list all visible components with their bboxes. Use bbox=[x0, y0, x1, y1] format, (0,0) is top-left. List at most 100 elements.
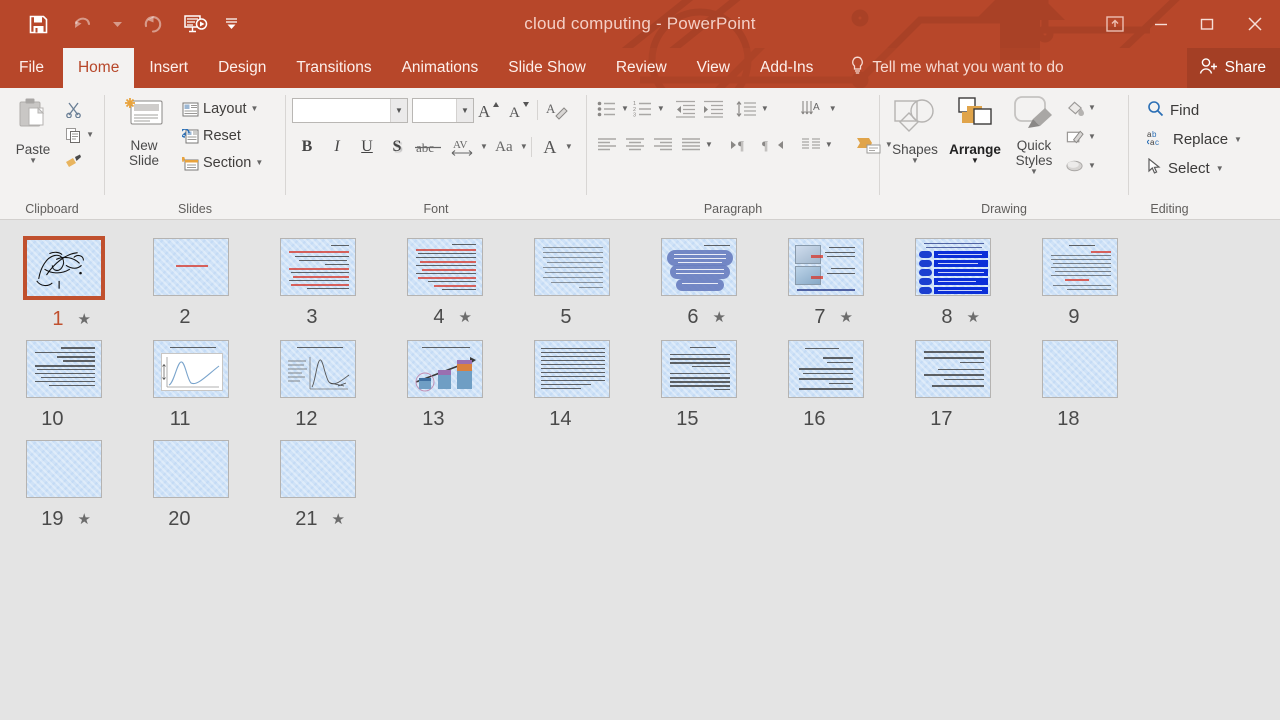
share-button[interactable]: Share bbox=[1186, 48, 1280, 88]
slide-thumbnail-14[interactable]: 14 bbox=[508, 338, 635, 432]
replace-button[interactable]: abac Replace ▼ bbox=[1141, 125, 1248, 154]
section-dropdown-icon[interactable]: ▼ bbox=[255, 159, 263, 167]
shape-fill-button[interactable]: ▼ bbox=[1062, 95, 1100, 121]
select-dropdown-icon[interactable]: ▼ bbox=[1216, 164, 1224, 173]
shape-outline-dropdown-icon[interactable]: ▼ bbox=[1088, 133, 1096, 141]
clear-formatting-button[interactable]: A bbox=[541, 96, 571, 124]
tab-file[interactable]: File bbox=[0, 48, 63, 88]
font-color-dropdown-icon[interactable]: ▼ bbox=[565, 143, 573, 151]
text-shadow-button[interactable]: S bbox=[382, 133, 412, 161]
layout-dropdown-icon[interactable]: ▼ bbox=[251, 105, 259, 113]
decrease-font-size-button[interactable]: A bbox=[504, 96, 534, 124]
tell-me-search[interactable]: Tell me what you want to do bbox=[838, 48, 1075, 88]
redo-icon[interactable] bbox=[130, 4, 174, 44]
shape-outline-button[interactable]: ▼ bbox=[1062, 124, 1100, 150]
slide-thumbnail-12[interactable]: 12 bbox=[254, 338, 381, 432]
find-button[interactable]: Find bbox=[1141, 96, 1205, 125]
slide-animation-star-icon[interactable]: ★ bbox=[64, 510, 108, 528]
font-color-button[interactable]: A bbox=[535, 133, 565, 161]
shape-effects-dropdown-icon[interactable]: ▼ bbox=[1088, 162, 1096, 170]
format-painter-button[interactable] bbox=[60, 148, 98, 174]
increase-indent-button[interactable] bbox=[700, 96, 728, 122]
save-icon[interactable] bbox=[16, 4, 60, 44]
font-size-dropdown-icon[interactable]: ▼ bbox=[456, 98, 473, 122]
slide-thumbnail-17[interactable]: 17 bbox=[889, 338, 1016, 432]
underline-button[interactable]: U bbox=[352, 133, 382, 161]
slide-thumbnail-18[interactable]: 18 bbox=[1016, 338, 1143, 432]
slide-thumbnail-2[interactable]: 2 bbox=[127, 236, 254, 332]
rtl-button[interactable]: ¶ bbox=[757, 132, 787, 158]
numbering-button[interactable]: 123 bbox=[629, 96, 657, 122]
slide-animation-star-icon[interactable]: ★ bbox=[318, 510, 362, 528]
copy-button[interactable]: ▼ bbox=[60, 122, 98, 148]
slide-thumbnail-11[interactable]: 11 bbox=[127, 338, 254, 432]
slide-animation-star-icon[interactable]: ★ bbox=[64, 310, 108, 328]
font-size-combo[interactable]: ▼ bbox=[412, 97, 474, 123]
slide-thumbnail-6[interactable]: 6 ★ bbox=[635, 236, 762, 332]
align-right-button[interactable] bbox=[649, 132, 677, 158]
text-direction-button[interactable]: A bbox=[797, 96, 829, 122]
cut-button[interactable] bbox=[60, 96, 98, 122]
align-left-button[interactable] bbox=[593, 132, 621, 158]
slide-thumbnail-5[interactable]: 5 bbox=[508, 236, 635, 332]
bullets-button[interactable] bbox=[593, 96, 621, 122]
restore-button[interactable] bbox=[1184, 0, 1230, 48]
slide-animation-star-icon[interactable]: ★ bbox=[953, 308, 997, 326]
arrange-button[interactable]: Arrange ▼ bbox=[944, 92, 1006, 168]
tab-slide-show[interactable]: Slide Show bbox=[493, 48, 601, 88]
select-button[interactable]: Select ▼ bbox=[1141, 154, 1230, 183]
bold-button[interactable]: B bbox=[292, 133, 322, 161]
decrease-indent-button[interactable] bbox=[672, 96, 700, 122]
new-slide-button[interactable]: New Slide bbox=[111, 94, 177, 171]
minimize-button[interactable] bbox=[1138, 0, 1184, 48]
slide-thumbnail-13[interactable]: 13 bbox=[381, 338, 508, 432]
quick-styles-dropdown-icon[interactable]: ▼ bbox=[1030, 168, 1038, 176]
line-spacing-button[interactable] bbox=[733, 96, 761, 122]
line-spacing-dropdown-icon[interactable]: ▼ bbox=[761, 105, 769, 113]
italic-button[interactable]: I bbox=[322, 133, 352, 161]
tab-home[interactable]: Home bbox=[62, 48, 135, 88]
slide-animation-star-icon[interactable]: ★ bbox=[826, 308, 870, 326]
columns-button[interactable] bbox=[797, 132, 825, 158]
tab-view[interactable]: View bbox=[682, 48, 745, 88]
numbering-dropdown-icon[interactable]: ▼ bbox=[657, 105, 665, 113]
paste-button[interactable]: Paste ▼ bbox=[6, 94, 60, 168]
shapes-dropdown-icon[interactable]: ▼ bbox=[911, 157, 919, 165]
slide-animation-star-icon[interactable]: ★ bbox=[699, 308, 743, 326]
font-family-dropdown-icon[interactable]: ▼ bbox=[390, 98, 407, 122]
columns-dropdown-icon[interactable]: ▼ bbox=[825, 141, 833, 149]
slide-thumbnail-3[interactable]: 3 bbox=[254, 236, 381, 332]
slide-thumbnail-16[interactable]: 16 bbox=[762, 338, 889, 432]
tab-transitions[interactable]: Transitions bbox=[281, 48, 386, 88]
tab-animations[interactable]: Animations bbox=[387, 48, 494, 88]
slide-thumbnail-19[interactable]: 19 ★ bbox=[0, 438, 127, 532]
slide-thumbnail-1[interactable]: 1 ★ bbox=[0, 236, 127, 332]
layout-button[interactable]: Layout ▼ bbox=[177, 96, 267, 122]
bullets-dropdown-icon[interactable]: ▼ bbox=[621, 105, 629, 113]
undo-icon[interactable] bbox=[60, 4, 104, 44]
arrange-dropdown-icon[interactable]: ▼ bbox=[971, 157, 979, 165]
slide-thumbnail-15[interactable]: 15 bbox=[635, 338, 762, 432]
paste-dropdown-icon[interactable]: ▼ bbox=[29, 157, 37, 165]
slide-thumbnail-7[interactable]: 7 ★ bbox=[762, 236, 889, 332]
slide-thumbnail-panel[interactable]: 1 ★ 2 3 4 ★ 5 6 ★ 7 ★ 8 ★ 9 10 11 12 13 … bbox=[0, 220, 1280, 719]
font-size-input[interactable] bbox=[413, 98, 456, 122]
tab-review[interactable]: Review bbox=[601, 48, 682, 88]
slide-thumbnail-8[interactable]: 8 ★ bbox=[889, 236, 1016, 332]
slide-thumbnail-10[interactable]: 10 bbox=[0, 338, 127, 432]
font-family-combo[interactable]: ▼ bbox=[292, 97, 408, 123]
slide-thumbnail-20[interactable]: 20 bbox=[127, 438, 254, 532]
tab-design[interactable]: Design bbox=[203, 48, 281, 88]
ltr-button[interactable]: ¶ bbox=[727, 132, 757, 158]
close-button[interactable] bbox=[1230, 0, 1280, 48]
font-family-input[interactable] bbox=[293, 98, 390, 122]
reset-button[interactable]: Reset bbox=[177, 123, 267, 149]
strikethrough-button[interactable]: abc bbox=[412, 133, 446, 161]
section-button[interactable]: Section ▼ bbox=[177, 150, 267, 176]
copy-dropdown-icon[interactable]: ▼ bbox=[86, 131, 94, 139]
increase-font-size-button[interactable]: A bbox=[474, 96, 504, 124]
shape-effects-button[interactable]: ▼ bbox=[1062, 153, 1100, 179]
shapes-button[interactable]: Shapes ▼ bbox=[886, 92, 944, 168]
change-case-button[interactable]: Aa bbox=[488, 133, 520, 161]
shape-fill-dropdown-icon[interactable]: ▼ bbox=[1088, 104, 1096, 112]
